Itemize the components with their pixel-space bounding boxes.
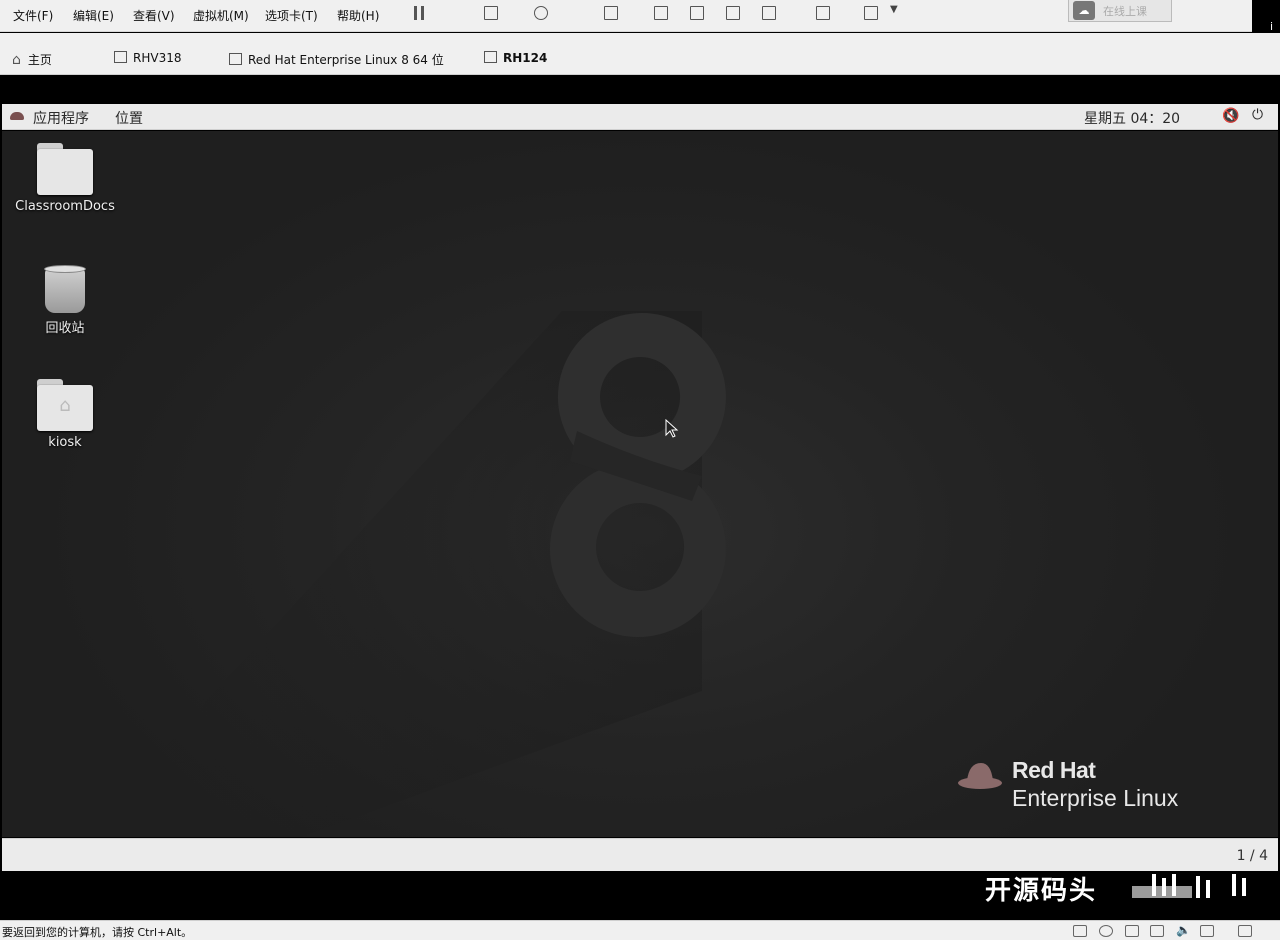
display-icon[interactable] — [1238, 925, 1252, 937]
desktop-icon-trash[interactable]: 回收站 — [10, 265, 120, 336]
console-view-icon[interactable] — [816, 6, 830, 20]
tab-label: RHV318 — [133, 51, 182, 65]
cloud-class-label: 在线上课 — [1103, 5, 1147, 18]
volume-muted-icon[interactable]: 🔇 — [1222, 108, 1239, 124]
workspace-indicator[interactable]: 1 / 4 — [1237, 848, 1268, 864]
gnome-bottom-bar: 1 / 4 — [2, 838, 1278, 871]
chevron-down-icon[interactable]: ▼ — [890, 4, 898, 15]
revert-icon[interactable] — [604, 6, 618, 20]
menu-tabs[interactable]: 选项卡(T) — [265, 7, 318, 24]
desktop-icon-classroomdocs[interactable]: ClassroomDocs — [10, 143, 120, 214]
send-keys-icon[interactable] — [484, 6, 498, 20]
tab-label: 主页 — [27, 53, 52, 67]
home-folder-icon: ⌂ — [37, 379, 93, 431]
stretch-icon[interactable] — [864, 6, 878, 20]
menu-view[interactable]: 查看(V) — [133, 7, 175, 24]
network-icon[interactable] — [1125, 925, 1139, 937]
vm-icon — [114, 51, 127, 63]
clock[interactable]: 星期五 04：20 — [1084, 108, 1180, 128]
power-icon[interactable]: ⏻ — [1252, 107, 1263, 123]
snapshot-icon[interactable] — [534, 6, 548, 20]
desktop-icon-kiosk[interactable]: ⌂ kiosk — [10, 379, 120, 450]
watermark-text: 开源码头 — [985, 876, 1098, 906]
desktop-icon-label: 回收站 — [45, 321, 85, 336]
tab-home[interactable]: ⌂ 主页 — [12, 51, 52, 69]
vmware-menubar: 文件(F) 编辑(E) 查看(V) 虚拟机(M) 选项卡(T) 帮助(H) ▼ … — [0, 0, 1280, 44]
tab-label: Red Hat Enterprise Linux 8 64 位 — [248, 53, 444, 67]
watermark-logo-icon — [1132, 874, 1246, 898]
tab-rhel8[interactable]: Red Hat Enterprise Linux 8 64 位 — [229, 51, 444, 69]
menu-file[interactable]: 文件(F) — [13, 7, 53, 24]
sound-icon[interactable]: 🔈 — [1176, 923, 1191, 937]
gnome-top-bar: 应用程序 位置 星期五 04：20 🔇 ⏻ — [2, 104, 1278, 130]
tab-rhv318[interactable]: RHV318 — [114, 51, 181, 69]
vmware-toolbar — [408, 0, 898, 26]
redhat-enterprise-linux-logo: Red Hat Enterprise Linux — [957, 751, 1217, 811]
menu-help[interactable]: 帮助(H) — [337, 7, 379, 24]
edge-char: i — [1270, 20, 1274, 33]
mouse-cursor-icon — [665, 419, 679, 438]
unity-icon[interactable] — [762, 6, 776, 20]
applications-menu[interactable]: 应用程序 — [33, 108, 89, 128]
cd-rom-icon[interactable] — [1099, 925, 1113, 937]
folder-icon — [37, 143, 93, 195]
tab-rh124[interactable]: RH124 — [484, 51, 547, 69]
desktop-icon-label: ClassroomDocs — [15, 199, 115, 214]
trash-icon — [44, 265, 86, 313]
hard-disk-icon[interactable] — [1073, 925, 1087, 937]
view-tabs-icon[interactable] — [690, 6, 704, 20]
usb-icon[interactable] — [1200, 925, 1214, 937]
full-screen-icon[interactable] — [726, 6, 740, 20]
vm-running-icon — [484, 51, 497, 63]
cloud-class-button[interactable]: ☁ 在线上课 — [1068, 0, 1172, 22]
view-sidebar-icon[interactable] — [654, 6, 668, 20]
desktop-icon-label: kiosk — [48, 435, 82, 450]
printer-icon[interactable] — [1150, 925, 1164, 937]
menu-vm[interactable]: 虚拟机(M) — [193, 7, 249, 24]
menu-edit[interactable]: 编辑(E) — [73, 7, 114, 24]
vmware-status-bar: 要返回到您的计算机，请按 Ctrl+Alt。 🔈 — [0, 920, 1280, 940]
logo-text-redhat: Red Hat — [1012, 757, 1096, 783]
wallpaper-figure-8 — [82, 311, 726, 837]
suspend-icon[interactable] — [414, 6, 424, 20]
vm-icon — [229, 53, 242, 65]
logo-text-enterprise-linux: Enterprise Linux — [1012, 785, 1179, 811]
vmware-tab-bar: ⌂ 主页 RHV318 Red Hat Enterprise Linux 8 64… — [0, 33, 1280, 75]
places-menu[interactable]: 位置 — [115, 108, 143, 128]
tab-label: RH124 — [503, 51, 548, 65]
redhat-logo-icon — [958, 763, 1002, 789]
cloud-icon: ☁ — [1073, 1, 1095, 20]
redhat-hat-icon — [10, 112, 24, 120]
status-message: 要返回到您的计算机，请按 Ctrl+Alt。 — [2, 926, 193, 939]
home-icon: ⌂ — [12, 52, 21, 68]
desktop[interactable]: ClassroomDocs 回收站 ⌂ kiosk Red Hat Enterp… — [2, 131, 1278, 837]
